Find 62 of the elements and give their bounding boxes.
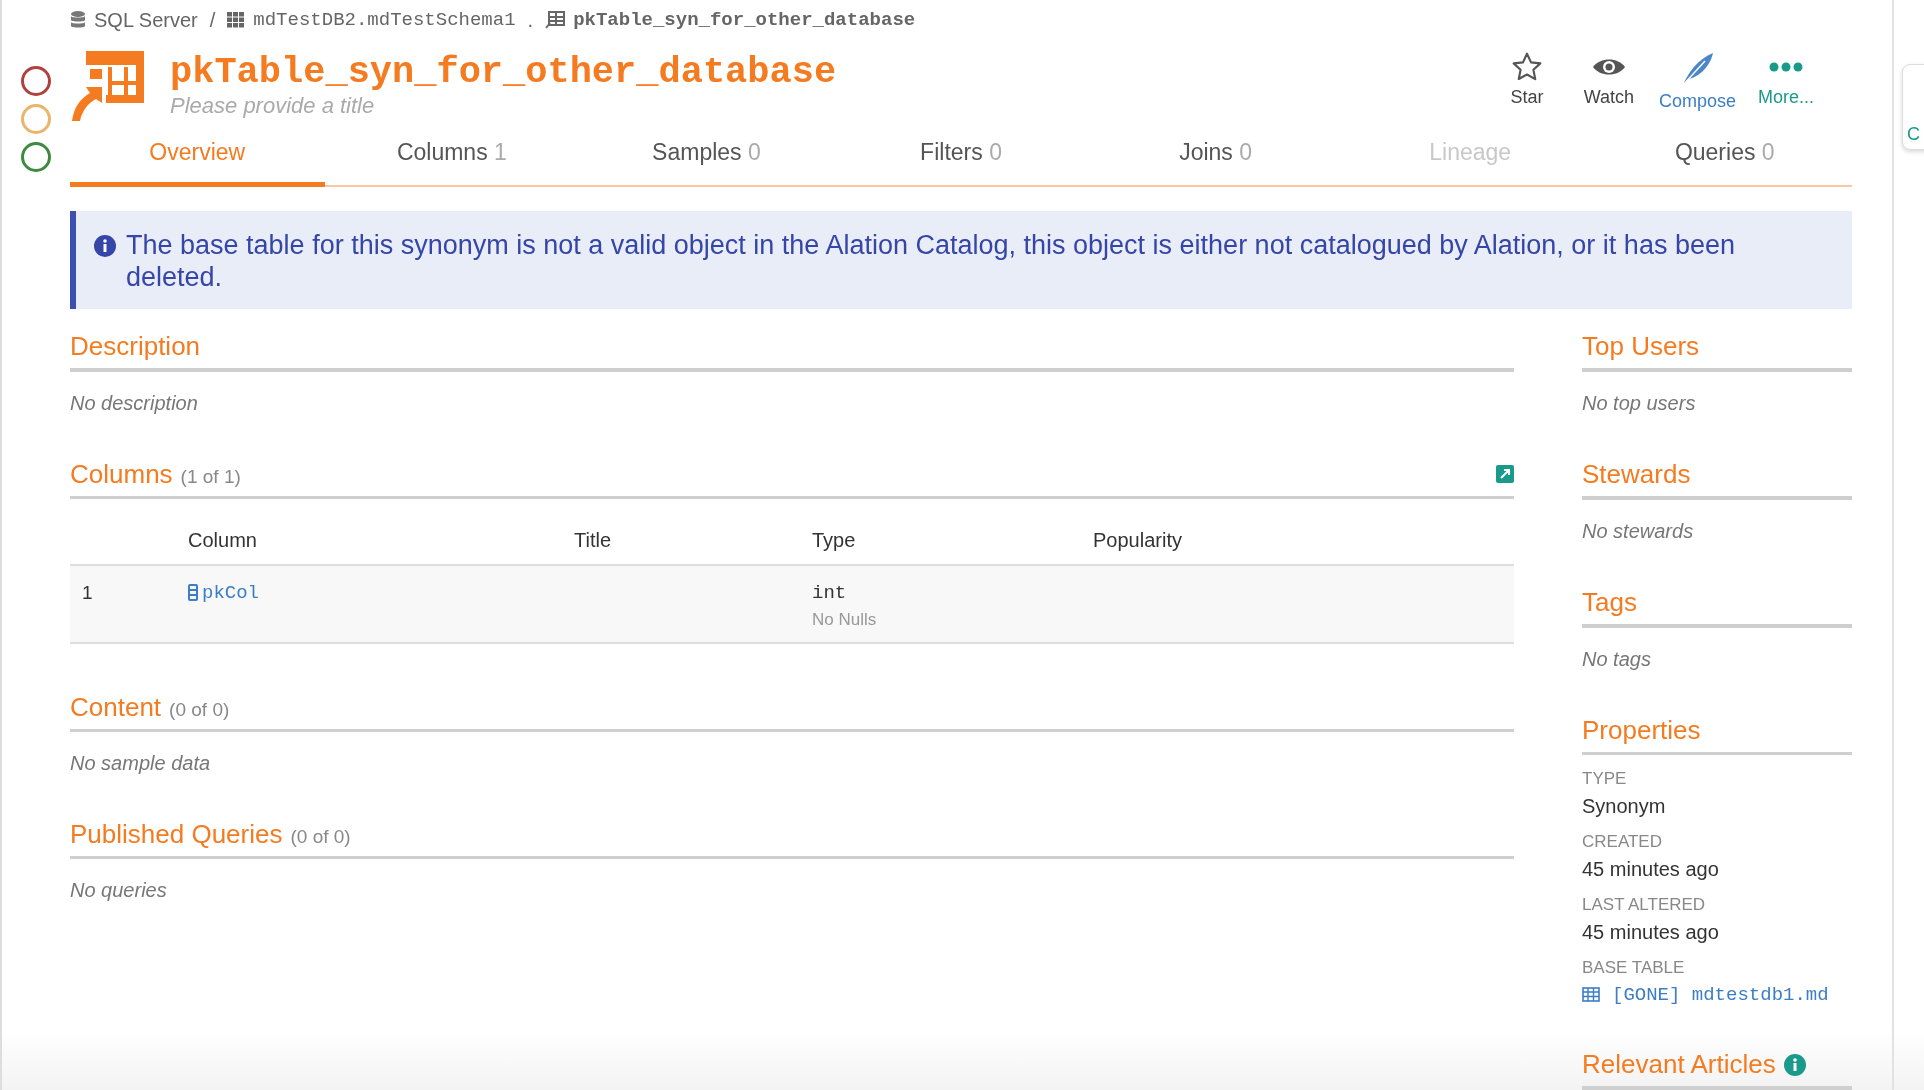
section-heading: Columns [70, 458, 173, 490]
section-heading: Description [70, 330, 201, 362]
empty-message: No description [70, 391, 199, 415]
property-label: CREATED [1582, 831, 1663, 852]
table-icon [545, 11, 566, 30]
section-heading: Top Users [1582, 330, 1700, 362]
empty-message: No queries [70, 878, 168, 902]
type-value: int [812, 581, 848, 604]
section-count: (1 of 1) [180, 465, 241, 488]
section-count: (0 of 0) [169, 698, 230, 721]
section-heading: Tags [1582, 586, 1637, 618]
watch-button[interactable]: Watch [1576, 50, 1641, 112]
breadcrumb-link[interactable]: pkTable_syn_for_other_database [573, 9, 916, 32]
info-icon [1783, 1053, 1806, 1076]
section-heading: Relevant Articles [1582, 1049, 1776, 1080]
section-heading: Properties [1582, 714, 1701, 746]
more-button[interactable]: More... [1754, 50, 1818, 112]
expand-icon[interactable] [1496, 465, 1514, 483]
tab[interactable]: Queries 0 [1597, 122, 1853, 187]
breadcrumb-separator: . [527, 8, 534, 32]
breadcrumb-separator: / [209, 8, 216, 32]
side-card[interactable]: C [1902, 64, 1924, 150]
column-icon [188, 584, 198, 601]
row-number: 1 [81, 581, 94, 605]
empty-message: No stewards [1582, 519, 1695, 543]
grid-icon [227, 12, 246, 29]
column-header: Column [188, 528, 258, 552]
empty-message: No top users [1582, 391, 1697, 415]
section-heading: Stewards [1582, 458, 1691, 490]
status-circle[interactable] [21, 142, 51, 172]
column-header: Type [812, 528, 857, 552]
property-label: TYPE [1582, 768, 1628, 789]
breadcrumb-link[interactable]: mdTestDB2.mdTestSchema1 [253, 9, 516, 32]
tab[interactable]: Columns 1 [324, 122, 580, 187]
title-field[interactable]: Please provide a title [170, 92, 570, 119]
base-table-link[interactable]: [GONE] mdtestdb1.md [1582, 983, 1829, 1006]
nulls-note: No Nulls [812, 609, 878, 630]
tab[interactable]: Joins 0 [1088, 122, 1343, 187]
column-header: Popularity [1093, 528, 1183, 552]
more-icon [1768, 61, 1804, 72]
status-circle[interactable] [21, 66, 51, 96]
compose-button[interactable]: Compose [1658, 50, 1736, 112]
star-button[interactable]: Star [1494, 50, 1559, 112]
page-title: pkTable_syn_for_other_database [170, 49, 838, 95]
tab[interactable]: Filters 0 [833, 122, 1089, 187]
alert-message: The base table for this synonym is not a valid object in the Alation Catalog, this object is either not catalogued by Alation, or it has been deleted. [126, 228, 1736, 293]
property-label: LAST ALTERED [1582, 894, 1707, 915]
column-link[interactable]: pkCol [188, 581, 259, 604]
empty-message: No sample data [70, 751, 212, 775]
tab[interactable]: Samples 0 [579, 122, 834, 187]
empty-message: No tags [1582, 647, 1652, 671]
property-value: 45 minutes ago [1582, 920, 1720, 944]
property-value: 45 minutes ago [1582, 857, 1720, 881]
property-value: Synonym [1582, 794, 1667, 818]
table-icon [1582, 987, 1600, 1002]
section-heading: Content [70, 691, 162, 723]
breadcrumb-link[interactable]: SQL Server [94, 8, 198, 32]
property-label: BASE TABLE [1582, 957, 1686, 978]
column-header: Title [574, 528, 613, 552]
section-count: (0 of 0) [290, 825, 351, 848]
section-heading: Published Queries [70, 818, 283, 850]
info-icon [94, 234, 116, 257]
